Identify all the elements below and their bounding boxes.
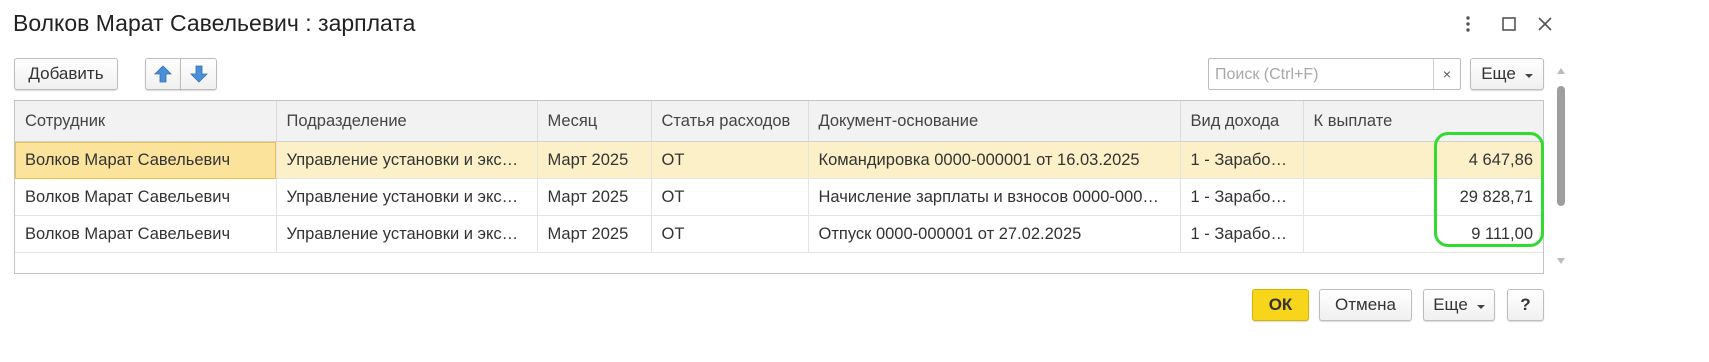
cell-month[interactable]: Март 2025 xyxy=(537,141,652,179)
salary-table[interactable]: Сотрудник Подразделение Месяц Статья рас… xyxy=(14,100,1544,274)
column-header-department[interactable]: Подразделение xyxy=(276,101,538,142)
vertical-scrollbar[interactable] xyxy=(1555,66,1567,266)
window-title: Волков Марат Савельевич : зарплата xyxy=(13,10,416,36)
column-header-expense-item[interactable]: Статья расходов xyxy=(651,101,809,142)
cell-department[interactable]: Управление установки и экс… xyxy=(276,215,538,253)
cell-base-document[interactable]: Командировка 0000-000001 от 16.03.2025 xyxy=(808,141,1181,179)
table-row[interactable]: Волков Марат Савельевич Управление устан… xyxy=(15,178,1543,216)
chevron-down-icon xyxy=(1476,305,1485,309)
footer-more-button[interactable]: Еще xyxy=(1423,289,1495,321)
search-clear-button[interactable]: × xyxy=(1433,59,1460,89)
cell-month[interactable]: Март 2025 xyxy=(537,178,652,216)
cell-expense-item[interactable]: ОТ xyxy=(651,178,809,216)
scroll-down-icon[interactable] xyxy=(1557,258,1565,264)
cell-expense-item[interactable]: ОТ xyxy=(651,141,809,179)
search-input[interactable] xyxy=(1213,63,1435,87)
scrollbar-thumb[interactable] xyxy=(1557,86,1565,206)
search-field[interactable]: × xyxy=(1208,58,1461,90)
cell-income-type[interactable]: 1 - Зарабо… xyxy=(1180,215,1304,253)
ok-button[interactable]: ОК xyxy=(1252,289,1309,321)
cell-base-document[interactable]: Начисление зарплаты и взносов 0000-000… xyxy=(808,178,1181,216)
cell-month[interactable]: Март 2025 xyxy=(537,215,652,253)
cell-base-document[interactable]: Отпуск 0000-000001 от 27.02.2025 xyxy=(808,215,1181,253)
more-button-label: Еще xyxy=(1481,64,1516,83)
add-button[interactable]: Добавить xyxy=(14,58,118,90)
cell-to-pay[interactable]: 4 647,86 xyxy=(1303,141,1543,179)
table-row[interactable]: Волков Марат Савельевич Управление устан… xyxy=(15,141,1543,179)
cancel-button[interactable]: Отмена xyxy=(1319,289,1412,321)
cell-expense-item[interactable]: ОТ xyxy=(651,215,809,253)
cell-employee[interactable]: Волков Марат Савельевич xyxy=(15,141,277,179)
more-menu-icon[interactable] xyxy=(1458,12,1478,36)
close-icon[interactable] xyxy=(1534,12,1556,36)
move-down-button[interactable] xyxy=(180,58,217,90)
help-button[interactable]: ? xyxy=(1507,289,1544,321)
column-header-to-pay[interactable]: К выплате xyxy=(1303,101,1543,142)
cell-employee[interactable]: Волков Марат Савельевич xyxy=(15,178,277,216)
table-row[interactable]: Волков Марат Савельевич Управление устан… xyxy=(15,215,1543,253)
cell-department[interactable]: Управление установки и экс… xyxy=(276,178,538,216)
arrow-up-icon xyxy=(154,65,172,83)
column-header-base-document[interactable]: Документ-основание xyxy=(808,101,1181,142)
maximize-icon[interactable] xyxy=(1498,12,1520,36)
move-up-button[interactable] xyxy=(145,58,181,90)
more-button[interactable]: Еще xyxy=(1470,58,1544,90)
cell-employee[interactable]: Волков Марат Савельевич xyxy=(15,215,277,253)
table-header-row: Сотрудник Подразделение Месяц Статья рас… xyxy=(15,101,1543,142)
arrow-down-icon xyxy=(189,65,208,83)
cell-to-pay[interactable]: 9 111,00 xyxy=(1303,215,1543,253)
cell-to-pay[interactable]: 29 828,71 xyxy=(1303,178,1543,216)
cell-income-type[interactable]: 1 - Зарабо… xyxy=(1180,178,1304,216)
column-header-employee[interactable]: Сотрудник xyxy=(15,101,277,142)
cell-income-type[interactable]: 1 - Зарабо… xyxy=(1180,141,1304,179)
column-header-income-type[interactable]: Вид дохода xyxy=(1180,101,1304,142)
chevron-down-icon xyxy=(1524,74,1533,78)
footer-more-label: Еще xyxy=(1433,295,1468,314)
scroll-up-icon[interactable] xyxy=(1557,68,1565,74)
column-header-month[interactable]: Месяц xyxy=(537,101,652,142)
cell-department[interactable]: Управление установки и экс… xyxy=(276,141,538,179)
